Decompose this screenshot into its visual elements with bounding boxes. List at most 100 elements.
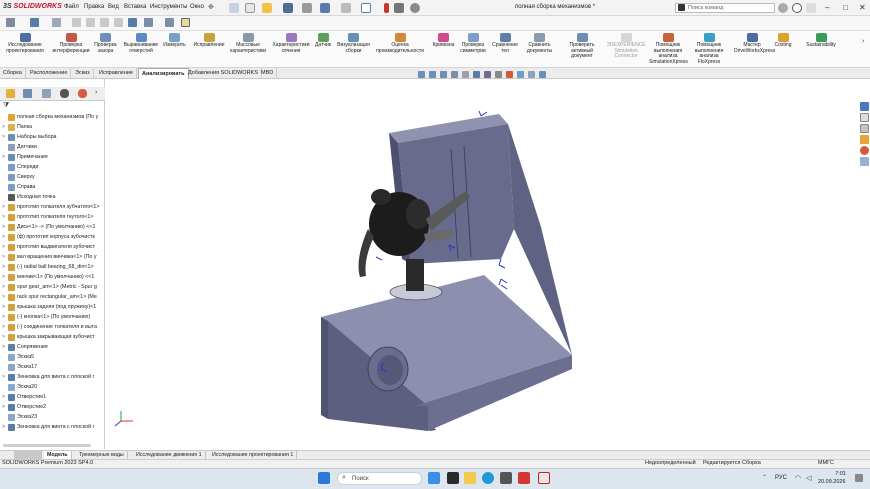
menu-view[interactable]: Вид [108, 4, 119, 10]
ribbon-button-20[interactable]: Costing [772, 33, 794, 49]
tab-scroll-placeholder[interactable] [14, 451, 42, 459]
clock-time[interactable]: 7:01 [824, 471, 846, 477]
tree-item[interactable]: полная сборка механизмов (По у [2, 112, 103, 122]
tree-item[interactable]: > rack spur rectangular_am<1> (Me [2, 292, 103, 302]
maximize-button[interactable]: □ [843, 3, 848, 12]
feature-tree-tab-icon[interactable] [6, 89, 15, 98]
tree-item[interactable]: > (-) соединение толкателя и выта [2, 322, 103, 332]
tree-item[interactable]: > Примечания [2, 152, 103, 162]
previous-view-icon[interactable] [440, 71, 447, 78]
ribbon-button-15[interactable]: Проверить активный документ [562, 33, 602, 60]
tree-item[interactable]: > (ф) прототип корпуса зубочистк [2, 232, 103, 242]
tree-item[interactable]: Датчики [2, 142, 103, 152]
ribbon-button-12[interactable]: Проверка симметрии [460, 33, 486, 54]
tab-design-study[interactable]: Исследование проектирования 1 [209, 451, 298, 459]
tree-item[interactable]: Эскиз20 [2, 382, 103, 392]
tree-item[interactable]: > Наборы выбора [2, 132, 103, 142]
ribbon-button-3[interactable]: Выравнивание отверстий [122, 33, 160, 54]
3d-model-view[interactable] [106, 79, 858, 450]
view-palette-icon[interactable] [860, 135, 869, 144]
zoom-to-fit-icon[interactable] [418, 71, 425, 78]
tree-item[interactable]: Эскиз5 [2, 352, 103, 362]
task-view-icon[interactable] [447, 472, 459, 484]
property-manager-tab-icon[interactable] [23, 89, 32, 98]
menu-window[interactable]: Окно [190, 4, 204, 10]
ribbon-button-14[interactable]: Сравнить документы [523, 33, 556, 54]
close-button[interactable]: ✕ [859, 3, 866, 12]
print-icon[interactable] [302, 3, 312, 13]
tree-item[interactable]: > Отверстие1 [2, 392, 103, 402]
command-search-input[interactable]: Поиск команд [675, 3, 775, 13]
pattern-icon[interactable] [114, 18, 123, 27]
notification-center-icon[interactable] [855, 474, 863, 482]
solidworks-logo[interactable]: 3S SOLIDWORKS [3, 3, 62, 10]
view-orientation-icon[interactable] [473, 71, 480, 78]
ribbon-button-8[interactable]: Датчик [314, 33, 332, 49]
notifications-icon[interactable] [806, 3, 816, 13]
tree-item[interactable]: > крышка закрывающая зубочист [2, 332, 103, 342]
tree-item[interactable]: > прототип толкателя гнутого<1> [2, 212, 103, 222]
tree-item[interactable]: > Диск<1> -> (По умолчанию) <<1 [2, 222, 103, 232]
dynamic-annotation-icon[interactable] [462, 71, 469, 78]
configuration-manager-tab-icon[interactable] [42, 89, 51, 98]
tree-item[interactable]: Спереди [2, 162, 103, 172]
file-explorer-icon[interactable] [860, 124, 869, 133]
ribbon-button-21[interactable]: Sustainability [802, 33, 840, 49]
tree-item[interactable]: > крышка задняя (под пружину)<1 [2, 302, 103, 312]
filter-icon[interactable]: ⧩ [3, 102, 9, 110]
menu-edit[interactable]: Правка [84, 4, 104, 10]
windows-start-icon[interactable] [318, 472, 330, 484]
menu-tools[interactable]: Инструменты [150, 4, 187, 10]
volume-icon[interactable]: ◁ [806, 474, 811, 482]
solidworks-taskbar-icon[interactable] [538, 472, 550, 484]
monitor-icon[interactable] [539, 71, 546, 78]
tab-layout[interactable]: Расположение [27, 68, 72, 79]
language-indicator[interactable]: РУС [775, 475, 787, 481]
tab-assembly[interactable]: Сборка [0, 68, 26, 79]
edit-component-icon[interactable] [72, 18, 81, 27]
ribbon-overflow-icon[interactable]: › [862, 38, 864, 45]
tab-solidworks-addins[interactable]: Добавления SOLIDWORKS [185, 68, 262, 79]
tab-sketch[interactable]: Эскиз [72, 68, 94, 79]
user-account-icon[interactable] [778, 3, 788, 13]
solidworks-resources-icon[interactable] [860, 102, 869, 111]
tree-horizontal-scrollbar[interactable] [3, 444, 91, 447]
design-library-icon[interactable] [860, 113, 869, 122]
tree-item[interactable]: > spur gear_am<1> (Metric - Spur g [2, 282, 103, 292]
ribbon-button-7[interactable]: Характеристики сечения [270, 33, 312, 54]
smart-fastener-icon[interactable] [144, 18, 153, 27]
sketch-mode-icon[interactable] [30, 18, 39, 27]
tree-item[interactable]: > прототип выдвигателя зубочист [2, 242, 103, 252]
tab-mbd[interactable]: MBD [258, 68, 278, 79]
move-component-icon[interactable] [128, 18, 137, 27]
tree-item[interactable]: Исходная точка [2, 192, 103, 202]
tree-item[interactable]: > Сопряжения [2, 342, 103, 352]
ribbon-button-0[interactable]: Исследование проектирования [3, 33, 47, 54]
tree-item[interactable]: > прототип толкателя зубчатого<1> [2, 202, 103, 212]
tree-item[interactable]: Сверху [2, 172, 103, 182]
taskbar-search-input[interactable]: Поиск [337, 472, 422, 485]
tree-item[interactable]: > винчик<1> (По умолчанию) <<1 [2, 272, 103, 282]
network-icon[interactable]: ◠ [795, 474, 801, 482]
apply-scene-icon[interactable] [517, 71, 524, 78]
minimize-button[interactable]: – [825, 3, 829, 12]
tree-item[interactable]: Справа [2, 182, 103, 192]
options-gear-icon[interactable] [410, 3, 420, 13]
tab-analyze[interactable]: Анализировать [138, 68, 189, 79]
custom-properties-icon[interactable] [860, 157, 869, 166]
status-units[interactable]: ММГС [818, 460, 834, 466]
dimxpert-tab-icon[interactable] [60, 89, 69, 98]
edit-appearance-icon[interactable] [506, 71, 513, 78]
section-view-icon[interactable] [451, 71, 458, 78]
file-properties-icon[interactable] [394, 3, 404, 13]
home-icon[interactable] [229, 3, 239, 13]
back-icon[interactable] [6, 18, 15, 27]
tree-item[interactable]: > (-) radial ball bearing_68_din<1> [2, 262, 103, 272]
ribbon-button-16[interactable]: 3DEXPERIENCE Simulation Connector [607, 33, 646, 60]
system-tray-chevron-icon[interactable]: ⌃ [762, 474, 767, 481]
tree-item[interactable]: > Зенковка для винта с плоской г [2, 372, 103, 382]
ribbon-button-6[interactable]: Массовые характеристики [229, 33, 267, 54]
display-manager-tab-icon[interactable] [78, 89, 87, 98]
ribbon-button-17[interactable]: Помощник выполнения анализа SimulationXp… [649, 33, 688, 65]
store-app-icon[interactable] [500, 472, 512, 484]
